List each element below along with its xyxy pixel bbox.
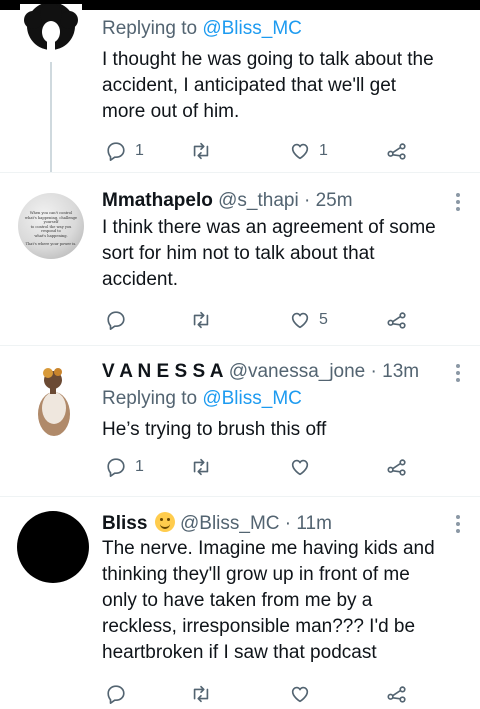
retweet-icon: [193, 311, 209, 329]
retweet-icon: [193, 142, 209, 160]
reply-icon: [107, 458, 125, 477]
tweet-1[interactable]: Replying to @Bliss_MC I thought he was g…: [0, 0, 480, 172]
reply-icon: [107, 311, 125, 330]
action-bar: 5: [102, 305, 422, 335]
tweet-text: He’s trying to brush this off: [102, 419, 327, 440]
like-count: 5: [319, 311, 328, 328]
reply-button[interactable]: 1: [105, 136, 144, 166]
action-bar: [102, 679, 422, 709]
display-name[interactable]: Bliss: [102, 513, 147, 534]
avatar-quote-line: what's happening, challenge yourself: [24, 215, 78, 225]
more-icon[interactable]: [456, 193, 462, 214]
smiling-face-emoji: [154, 512, 175, 532]
tweet-text: I think there was an agreement of some s…: [102, 217, 436, 290]
tweet-4[interactable]: Bliss @Bliss_MC · 11m The nerve. Imagine…: [0, 497, 480, 704]
display-name[interactable]: V A N E S S A: [102, 361, 223, 382]
tweet-2[interactable]: When you can't control what's happening,…: [0, 173, 480, 343]
avatar[interactable]: [17, 511, 89, 583]
replying-to: Replying to @Bliss_MC: [102, 18, 302, 39]
handle-and-time[interactable]: @vanessa_jone · 13m: [229, 361, 419, 382]
display-name[interactable]: Mmathapelo: [102, 190, 213, 211]
more-icon[interactable]: [456, 364, 462, 385]
like-button[interactable]: 1: [289, 136, 328, 166]
handle-and-time[interactable]: @s_thapi · 25m: [218, 190, 352, 211]
share-button[interactable]: [386, 452, 408, 482]
like-count: 1: [319, 142, 328, 159]
share-icon: [387, 143, 406, 160]
like-button[interactable]: [289, 679, 311, 709]
share-button[interactable]: [386, 136, 408, 166]
share-button[interactable]: [386, 305, 408, 335]
handle-and-time[interactable]: @Bliss_MC · 11m: [180, 513, 332, 534]
heart-icon: [291, 459, 309, 476]
mention-link[interactable]: @Bliss_MC: [202, 388, 302, 409]
reply-icon: [107, 142, 125, 161]
tweet-3[interactable]: V A N E S S A @vanessa_jone · 13m Replyi…: [0, 346, 480, 496]
reply-count: 1: [135, 458, 144, 475]
like-button[interactable]: 5: [289, 305, 328, 335]
reply-button[interactable]: 1: [105, 452, 144, 482]
tweet-header: Bliss @Bliss_MC · 11m: [102, 512, 332, 535]
retweet-button[interactable]: [190, 679, 212, 709]
reply-count: 1: [135, 142, 144, 159]
reply-button[interactable]: [105, 679, 127, 709]
retweet-button[interactable]: [190, 452, 212, 482]
avatar[interactable]: When you can't control what's happening,…: [18, 193, 84, 259]
share-icon: [387, 312, 406, 329]
reply-icon: [107, 685, 125, 704]
action-bar: 1 1: [102, 136, 422, 166]
mention-link[interactable]: @Bliss_MC: [202, 18, 302, 39]
heart-icon: [291, 312, 309, 329]
more-icon[interactable]: [456, 515, 462, 536]
heart-icon: [291, 686, 309, 703]
avatar-quote-line: When you can't control: [29, 211, 73, 215]
thread-line: [50, 62, 52, 172]
retweet-icon: [193, 458, 209, 476]
replying-to: Replying to @Bliss_MC: [102, 388, 302, 409]
tweet-header: Mmathapelo @s_thapi · 25m: [102, 190, 353, 212]
share-icon: [387, 459, 406, 476]
heart-icon: [291, 143, 309, 160]
retweet-button[interactable]: [190, 305, 212, 335]
retweet-button[interactable]: [190, 136, 212, 166]
avatar[interactable]: [20, 4, 82, 60]
avatar[interactable]: [26, 362, 82, 436]
avatar-quote-line: what's happening.: [34, 233, 68, 238]
like-button[interactable]: [289, 452, 311, 482]
avatar-quote-line: That's where your power is.: [25, 241, 77, 246]
tweet-text: The nerve. Imagine me having kids and th…: [102, 538, 435, 663]
share-icon: [387, 686, 406, 703]
retweet-icon: [193, 685, 209, 703]
tweet-header: V A N E S S A @vanessa_jone · 13m: [102, 361, 419, 383]
tweet-text: I thought he was going to talk about the…: [102, 49, 434, 122]
reply-button[interactable]: [105, 305, 127, 335]
share-button[interactable]: [386, 679, 408, 709]
action-bar: 1: [102, 452, 422, 482]
avatar-quote-line: to control the way you respond to: [30, 224, 72, 234]
